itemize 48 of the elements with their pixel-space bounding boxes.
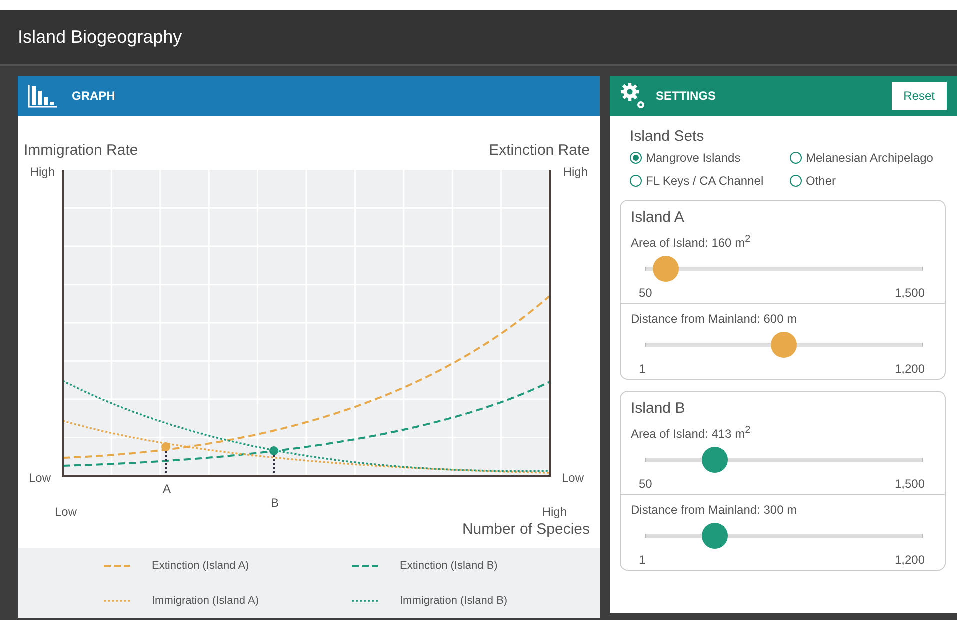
panel-title: SETTINGS <box>656 89 718 103</box>
legend-label: Immigration (Island B) <box>400 594 508 606</box>
slider-thumb[interactable] <box>702 523 728 549</box>
radio-option[interactable]: Melanesian Archipelago <box>790 151 946 165</box>
slider-min: 1 <box>639 553 646 567</box>
slider-max: 1,200 <box>894 362 925 376</box>
axis-label: High <box>542 505 567 519</box>
slider-label: Distance from Mainland: 600 m <box>631 312 798 326</box>
card-title: Island B <box>630 399 686 419</box>
axis-label: Number of Species <box>462 521 590 538</box>
slider-label: Area of Island: 160 m$^{2}$ <box>631 234 752 250</box>
slider-thumb[interactable] <box>702 447 728 473</box>
axis-label: High <box>563 165 588 179</box>
card-title: Island A <box>630 208 686 228</box>
legend-label: Extinction (Island B) <box>400 560 498 572</box>
slider-min: 50 <box>639 286 652 300</box>
slider-track[interactable] <box>645 332 923 358</box>
radio-option[interactable]: Mangrove Islands <box>630 151 790 165</box>
axis-label: Low <box>55 505 78 519</box>
slider-label: Distance from Mainland: 300 m <box>631 503 798 517</box>
slider-max: 1,500 <box>894 286 925 300</box>
slider-thumb[interactable] <box>771 332 797 358</box>
slider-max: 1,200 <box>894 553 925 567</box>
slider-min: 1 <box>639 362 646 376</box>
app-title: Island Biogeography <box>18 26 182 48</box>
marker-label: A <box>163 482 171 496</box>
slider-track[interactable] <box>645 447 923 473</box>
settings-icon <box>620 82 646 110</box>
axis-label: Immigration Rate <box>24 142 138 159</box>
slider-label: Area of Island: 413 m$^{2}$ <box>631 425 752 441</box>
reset-button[interactable]: Reset <box>892 82 947 110</box>
slider-thumb[interactable] <box>653 256 680 282</box>
radio-option[interactable]: FL Keys / CA Channel <box>630 174 790 188</box>
axis-label: Extinction Rate <box>489 142 590 159</box>
marker-label: B <box>271 496 279 510</box>
bar-chart-icon <box>28 84 58 108</box>
section-title: Island Sets <box>630 128 706 145</box>
slider-max: 1,500 <box>894 477 925 491</box>
legend-label: Extinction (Island A) <box>152 560 250 572</box>
slider-track[interactable] <box>645 256 923 282</box>
axis-label: Low <box>562 471 584 485</box>
legend-label: Immigration (Island A) <box>152 594 259 606</box>
panel-title: GRAPH <box>72 89 116 103</box>
slider-min: 50 <box>639 477 652 491</box>
radio-option[interactable]: Other <box>790 174 946 188</box>
axis-label: High <box>30 165 55 179</box>
slider-track[interactable] <box>645 523 923 549</box>
axis-label: Low <box>28 471 51 485</box>
